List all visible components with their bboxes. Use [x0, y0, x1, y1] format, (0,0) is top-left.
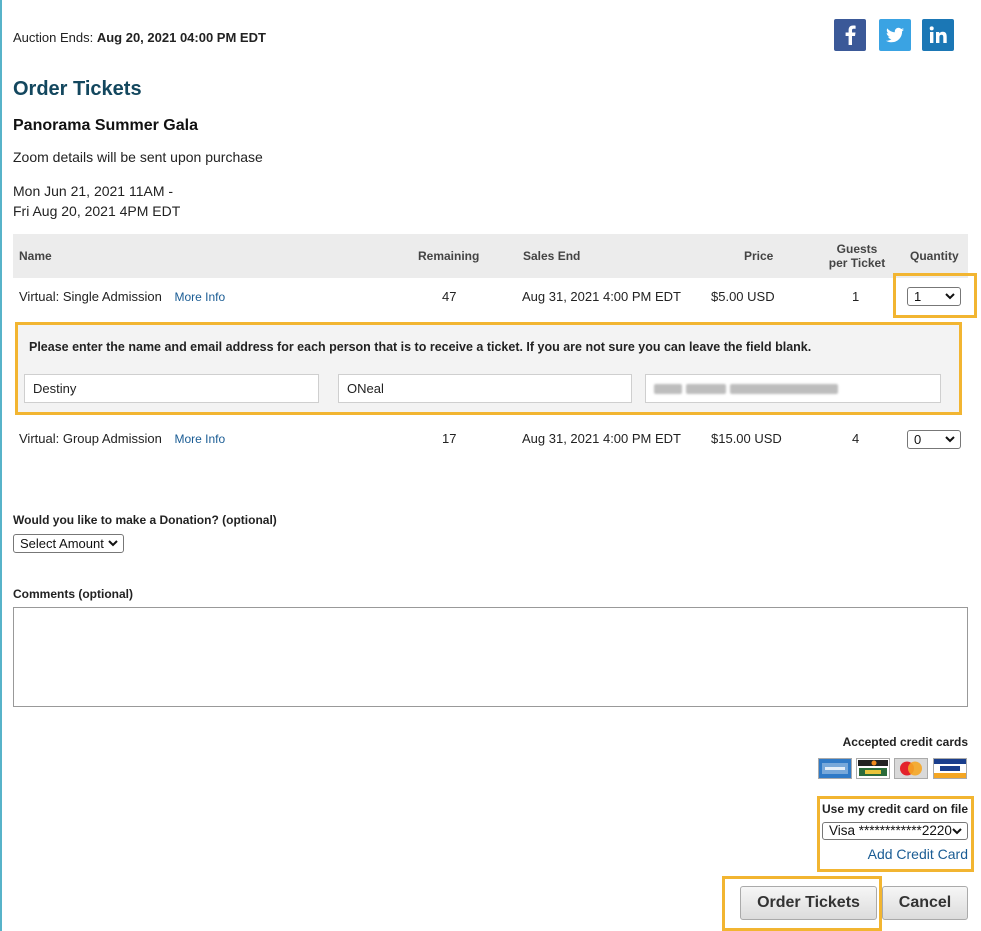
mastercard-card-icon	[894, 758, 928, 779]
chevron-down-icon	[108, 540, 118, 547]
credit-card-selected: Visa ************2220	[829, 823, 952, 838]
more-info-link[interactable]: More Info	[174, 432, 225, 446]
cancel-button[interactable]: Cancel	[882, 886, 968, 920]
tickets-table-header: Name Remaining Sales End Price Guests pe…	[13, 234, 968, 278]
header-sales-end: Sales End	[523, 249, 581, 263]
auction-ends-label: Auction Ends:	[13, 30, 94, 45]
event-title: Panorama Summer Gala	[13, 117, 198, 134]
accepted-cards-label: Accepted credit cards	[842, 735, 968, 749]
page-title: Order Tickets	[13, 78, 142, 100]
use-card-label: Use my credit card on file	[822, 802, 969, 816]
facebook-icon	[845, 25, 856, 45]
order-tickets-button[interactable]: Order Tickets	[740, 886, 877, 920]
linkedin-share-button[interactable]	[922, 19, 954, 51]
header-price: Price	[744, 249, 774, 263]
quantity-value: 0	[914, 432, 922, 447]
quantity-select[interactable]: 0	[907, 430, 961, 449]
more-info-link[interactable]: More Info	[174, 290, 225, 304]
comments-label: Comments (optional)	[13, 587, 133, 601]
ticket-sales-end: Aug 31, 2021 4:00 PM EDT	[522, 289, 681, 304]
auction-ends-value: Aug 20, 2021 04:00 PM EDT	[96, 30, 266, 45]
event-date-end: Fri Aug 20, 2021 4PM EDT	[13, 203, 181, 219]
quantity-highlight	[893, 273, 977, 318]
ticket-price: $5.00 USD	[711, 289, 775, 304]
auction-ends: Auction Ends: Aug 20, 2021 04:00 PM EDT	[13, 30, 266, 45]
header-remaining: Remaining	[418, 249, 480, 263]
ticket-remaining: 17	[442, 431, 457, 446]
ticket-sales-end: Aug 31, 2021 4:00 PM EDT	[522, 431, 681, 446]
amex-card-icon	[818, 758, 852, 779]
chevron-down-icon	[952, 828, 962, 835]
donation-selected: Select Amount	[20, 536, 104, 551]
event-description: Zoom details will be sent upon purchase	[13, 149, 263, 165]
visa-card-icon	[933, 758, 967, 779]
email-field[interactable]	[645, 374, 941, 403]
ticket-guests: 1	[852, 289, 860, 304]
header-guests-line2: per Ticket	[828, 256, 886, 270]
discover-card-icon	[856, 758, 890, 779]
attendee-instructions: Please enter the name and email address …	[29, 340, 812, 354]
header-guests-line1: Guests	[836, 242, 878, 256]
redacted-email-part	[654, 384, 682, 394]
credit-card-select[interactable]: Visa ************2220	[822, 822, 968, 840]
event-date-start: Mon Jun 21, 2021 11AM -	[13, 183, 174, 199]
chevron-down-icon	[945, 436, 955, 443]
comments-textarea[interactable]	[13, 607, 968, 707]
ticket-row-name: Virtual: Single Admission More Info	[19, 289, 225, 304]
event-dates: Mon Jun 21, 2021 11AM - Fri Aug 20, 2021…	[13, 181, 180, 221]
linkedin-icon	[929, 26, 947, 43]
ticket-guests: 4	[852, 431, 860, 446]
twitter-icon	[886, 27, 904, 43]
facebook-share-button[interactable]	[834, 19, 866, 51]
redacted-email-part	[686, 384, 726, 394]
ticket-name: Virtual: Single Admission	[19, 289, 162, 304]
header-quantity: Quantity	[910, 249, 959, 263]
redacted-email-part	[730, 384, 838, 394]
twitter-share-button[interactable]	[879, 19, 911, 51]
add-credit-card-link[interactable]: Add Credit Card	[868, 846, 968, 862]
header-name: Name	[19, 249, 52, 263]
donation-select[interactable]: Select Amount	[13, 534, 124, 553]
left-border	[0, 0, 2, 931]
first-name-field[interactable]: Destiny	[24, 374, 319, 403]
last-name-field[interactable]: ONeal	[338, 374, 632, 403]
header-guests: Guests per Ticket	[817, 242, 897, 270]
ticket-name: Virtual: Group Admission	[19, 431, 162, 446]
ticket-remaining: 47	[442, 289, 457, 304]
ticket-row-name: Virtual: Group Admission More Info	[19, 431, 225, 446]
ticket-price: $15.00 USD	[711, 431, 782, 446]
donation-label: Would you like to make a Donation? (opti…	[13, 513, 277, 527]
